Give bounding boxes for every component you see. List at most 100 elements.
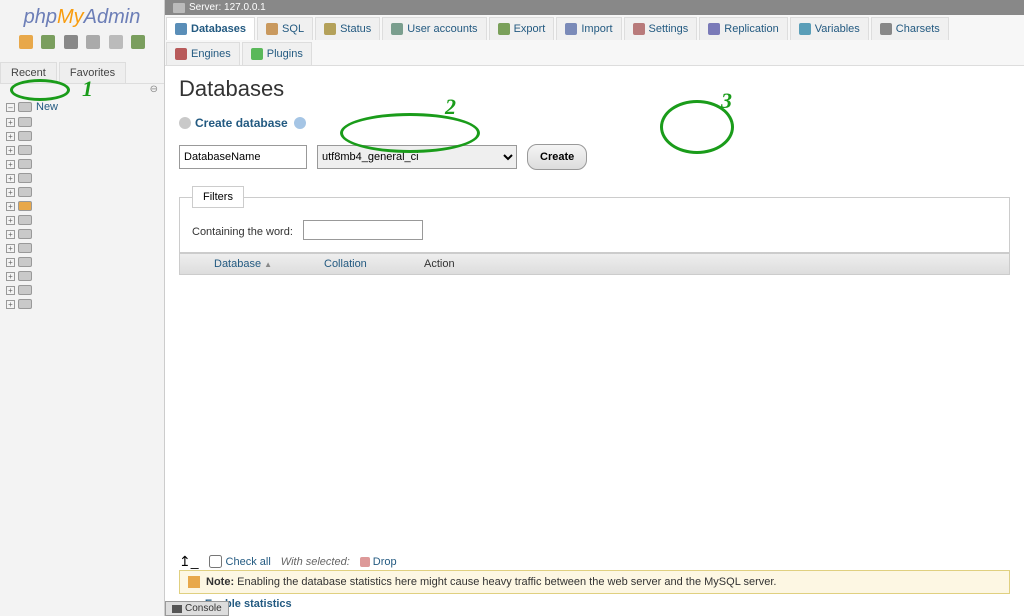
plus-icon[interactable]: + [6,146,15,155]
help-icon[interactable] [109,35,123,49]
db-icon [18,187,32,197]
tree-db[interactable]: + [6,255,158,269]
databases-icon [175,23,187,35]
phpmyadmin-logo[interactable]: phpMyAdmin [0,0,164,31]
plus-icon[interactable]: + [6,244,15,253]
refresh-icon[interactable] [131,35,145,49]
filters-fieldset: Filters Containing the word: [179,186,1010,253]
content-area: Databases Create database utf8mb4_genera… [165,66,1024,285]
create-button[interactable]: Create [527,144,587,170]
db-icon [18,215,32,225]
docs-icon[interactable] [86,35,100,49]
tree-db[interactable]: + [6,143,158,157]
create-database-heading: Create database [179,116,1010,130]
menu-import[interactable]: Import [556,17,621,40]
db-icon [18,201,32,211]
menu-engines[interactable]: Engines [166,42,240,65]
menu-variables[interactable]: Variables [790,17,869,40]
users-icon [391,23,403,35]
menu-charsets[interactable]: Charsets [871,17,949,40]
filter-word-label: Containing the word: [192,226,293,238]
check-all[interactable]: Check all [209,555,271,568]
settings-icon[interactable] [64,35,78,49]
menu-sql[interactable]: SQL [257,17,313,40]
plus-icon[interactable]: + [6,132,15,141]
menu-user-accounts[interactable]: User accounts [382,17,486,40]
bulk-action-row: ↥_ Check all With selected: Drop [179,553,397,570]
tree-db[interactable]: + [6,297,158,311]
plus-icon[interactable]: + [6,160,15,169]
logo-php: php [24,6,57,28]
tree-db[interactable]: + [6,171,158,185]
filter-word-input[interactable] [303,220,423,240]
plus-icon[interactable]: + [6,174,15,183]
tab-recent[interactable]: Recent [0,62,57,83]
sort-asc-icon: ▲ [264,260,272,269]
db-icon [18,117,32,127]
db-icon [18,285,32,295]
plugins-icon [251,48,263,60]
breadcrumb: Server: 127.0.0.1 [165,0,1024,15]
logo-my: My [57,6,84,28]
logout-icon[interactable] [41,35,55,49]
plus-icon[interactable]: + [6,230,15,239]
main-content: Server: 127.0.0.1 Databases SQL Status U… [165,0,1024,616]
status-icon [324,23,336,35]
database-name-input[interactable] [179,145,307,169]
notice-label: Note: [206,576,234,588]
logo-admin: Admin [84,6,141,28]
tree-db[interactable]: + [6,185,158,199]
menu-settings[interactable]: Settings [624,17,698,40]
th-collation[interactable]: Collation [314,254,414,274]
plus-icon[interactable]: + [6,216,15,225]
tree-db[interactable]: + [6,199,158,213]
th-database[interactable]: Database▲ [204,254,314,274]
console-toggle[interactable]: Console [165,601,229,616]
tree-db[interactable]: + [6,157,158,171]
tree-db[interactable]: + [6,283,158,297]
home-icon[interactable] [19,35,33,49]
server-icon [173,3,185,13]
plus-icon[interactable]: + [6,188,15,197]
collation-select[interactable]: utf8mb4_general_ci [317,145,517,169]
create-db-label: Create database [195,116,288,130]
plus-icon[interactable]: + [6,300,15,309]
plus-icon[interactable]: + [6,258,15,267]
notice-text: Enabling the database statistics here mi… [237,576,776,588]
export-icon [498,23,510,35]
tree-db[interactable]: + [6,115,158,129]
tree-db[interactable]: + [6,241,158,255]
filters-legend: Filters [192,186,244,208]
plus-icon[interactable]: + [6,202,15,211]
annotation-number-2: 2 [445,94,456,120]
top-menu: Databases SQL Status User accounts Expor… [165,15,1024,66]
breadcrumb-server[interactable]: Server: 127.0.0.1 [189,2,266,13]
annotation-number-1: 1 [82,76,93,102]
tree-db[interactable]: + [6,227,158,241]
hint-icon[interactable] [294,117,306,129]
menu-export[interactable]: Export [489,17,555,40]
menu-plugins[interactable]: Plugins [242,42,312,65]
drop-icon [360,557,370,567]
menu-databases[interactable]: Databases [166,17,255,40]
annotation-number-3: 3 [721,88,732,114]
plus-icon[interactable]: + [6,286,15,295]
menu-status[interactable]: Status [315,17,380,40]
db-icon [18,257,32,267]
sidebar: phpMyAdmin Recent Favorites ⊖ –New + + +… [0,0,165,616]
drop-action[interactable]: Drop [360,556,397,568]
sql-icon [266,23,278,35]
db-icon [18,131,32,141]
tree-db[interactable]: + [6,269,158,283]
plus-icon[interactable]: + [6,118,15,127]
tree-db[interactable]: + [6,129,158,143]
plus-icon[interactable]: + [6,272,15,281]
tree-new-label: New [36,101,58,113]
arrow-up-icon: ↥_ [179,553,199,570]
menu-replication[interactable]: Replication [699,17,787,40]
tree-db[interactable]: + [6,213,158,227]
check-all-checkbox[interactable] [209,555,222,568]
db-icon [18,145,32,155]
db-tree: –New + + + + + + + + + + + + + + [0,95,164,315]
charsets-icon [880,23,892,35]
